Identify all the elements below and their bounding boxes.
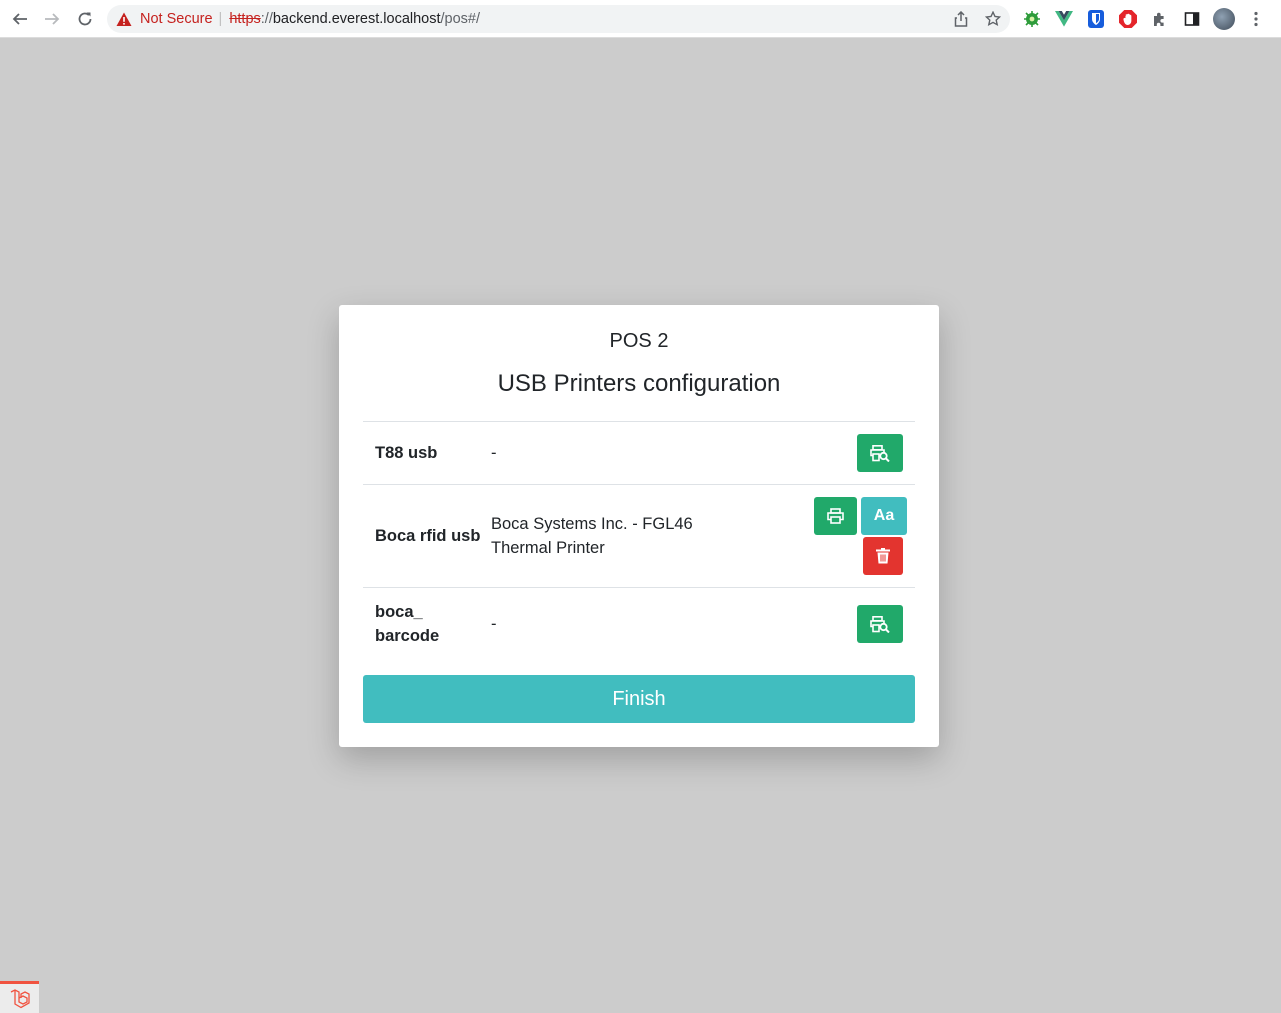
delete-printer-button[interactable] bbox=[863, 537, 903, 575]
font-settings-button[interactable]: Aa bbox=[861, 497, 907, 535]
table-row: Boca rfid usb Boca Systems Inc. - FGL46 … bbox=[363, 484, 915, 588]
side-panel-icon[interactable] bbox=[1180, 7, 1204, 31]
url-scheme: https bbox=[229, 11, 261, 27]
browser-toolbar: Not Secure | https :// backend.everest.l… bbox=[0, 0, 1281, 38]
laravel-debugbar-button[interactable] bbox=[0, 981, 39, 1013]
laravel-logo-icon bbox=[10, 988, 30, 1008]
profile-avatar[interactable] bbox=[1212, 7, 1236, 31]
address-bar[interactable]: Not Secure | https :// backend.everest.l… bbox=[107, 5, 1010, 33]
url-path: /pos#/ bbox=[440, 11, 481, 27]
finish-button[interactable]: Finish bbox=[363, 674, 915, 723]
printer-name: boca_ barcode bbox=[363, 587, 491, 661]
printer-search-icon bbox=[870, 444, 890, 462]
search-printer-button[interactable] bbox=[857, 434, 903, 472]
bookmark-star-icon[interactable] bbox=[982, 8, 1004, 30]
warning-icon bbox=[116, 11, 132, 27]
font-icon: Aa bbox=[873, 507, 895, 524]
search-printer-button[interactable] bbox=[857, 605, 903, 643]
adblock-icon[interactable] bbox=[1116, 7, 1140, 31]
printer-device: - bbox=[491, 587, 821, 661]
printer-device: - bbox=[491, 421, 821, 485]
printer-search-icon bbox=[870, 615, 890, 633]
extensions-bar bbox=[1020, 5, 1268, 33]
name-line: barcode bbox=[375, 627, 440, 646]
back-button[interactable] bbox=[4, 3, 36, 35]
printers-table: T88 usb - Boca rfid usb Boca Systems Inc… bbox=[363, 421, 915, 661]
printer-actions bbox=[820, 421, 915, 485]
url-host: backend.everest.localhost bbox=[272, 11, 441, 27]
printer-name: T88 usb bbox=[363, 421, 491, 485]
table-row: boca_ barcode - bbox=[363, 587, 915, 661]
reload-button[interactable] bbox=[69, 3, 101, 35]
table-row: T88 usb - bbox=[363, 421, 915, 485]
kebab-menu-icon[interactable] bbox=[1244, 7, 1268, 31]
print-test-button[interactable] bbox=[814, 497, 857, 535]
pos-name: POS 2 bbox=[609, 330, 669, 352]
bitwarden-icon[interactable] bbox=[1084, 7, 1108, 31]
printer-icon bbox=[827, 508, 844, 524]
printer-actions: Aa bbox=[814, 484, 915, 588]
modal-title: USB Printers configuration bbox=[497, 370, 781, 397]
divider: | bbox=[218, 11, 223, 27]
bug-extension-icon[interactable] bbox=[1020, 7, 1044, 31]
device-line: Thermal Printer bbox=[491, 539, 605, 557]
share-icon[interactable] bbox=[950, 8, 972, 30]
name-line: boca_ bbox=[375, 603, 423, 622]
usb-printers-modal: POS 2 USB Printers configuration T88 usb… bbox=[339, 305, 939, 747]
printer-name: Boca rfid usb bbox=[363, 484, 491, 588]
arrow-right-icon bbox=[45, 13, 60, 25]
arrow-left-icon bbox=[12, 13, 27, 25]
reload-icon bbox=[78, 12, 92, 26]
security-status[interactable]: Not Secure bbox=[140, 11, 213, 27]
forward-button[interactable] bbox=[36, 3, 68, 35]
printer-actions bbox=[820, 587, 915, 661]
url-separator: :// bbox=[260, 11, 273, 27]
avatar bbox=[1213, 8, 1235, 30]
vue-devtools-icon[interactable] bbox=[1052, 7, 1076, 31]
trash-icon bbox=[876, 548, 890, 564]
puzzle-extensions-icon[interactable] bbox=[1148, 7, 1172, 31]
